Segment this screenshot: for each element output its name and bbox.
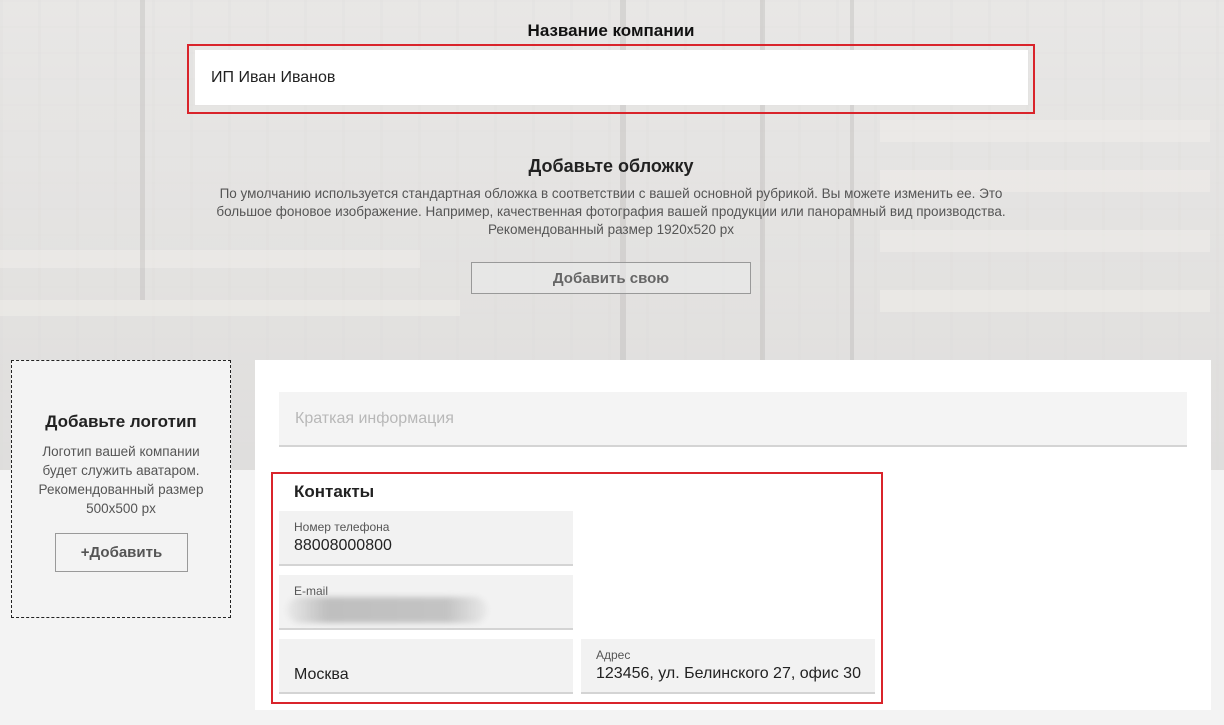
cover-title: Добавьте обложку: [528, 156, 694, 176]
company-name-label: Название компании: [527, 21, 695, 40]
logo-description-line: Рекомендованный размер: [38, 482, 204, 497]
city-field[interactable]: Москва: [279, 639, 573, 694]
phone-field[interactable]: Номер телефона 88008000800: [279, 511, 573, 566]
logo-description: Логотип вашей компании будет служить ава…: [22, 442, 220, 518]
logo-description-line: 500x500 px: [86, 501, 156, 516]
logo-upload-card[interactable]: Добавьте логотип Логотип вашей компании …: [11, 360, 231, 618]
cover-description-line: большое фоновое изображение. Например, к…: [216, 204, 1006, 219]
logo-title: Добавьте логотип: [45, 412, 197, 431]
logo-description-line: будет служить аватаром.: [42, 463, 200, 478]
logo-description-line: Логотип вашей компании: [42, 444, 200, 459]
phone-label: Номер телефона: [294, 520, 390, 534]
contacts-title: Контакты: [294, 482, 375, 501]
address-value[interactable]: 123456, ул. Белинского 27, офис 30: [596, 665, 861, 683]
company-name-input[interactable]: [195, 50, 1028, 105]
address-label: Адрес: [596, 648, 631, 662]
add-cover-button[interactable]: Добавить свою: [471, 262, 751, 294]
cover-description-line: Рекомендованный размер 1920x520 px: [488, 222, 734, 237]
cover-description: По умолчанию используется стандартная об…: [190, 185, 1032, 239]
brief-info-input[interactable]: [279, 392, 1187, 447]
add-logo-button[interactable]: +Добавить: [55, 533, 188, 572]
email-label: E-mail: [294, 584, 329, 598]
cover-description-line: По умолчанию используется стандартная об…: [219, 186, 1003, 201]
address-field[interactable]: Адрес 123456, ул. Белинского 27, офис 30: [581, 639, 875, 694]
city-value[interactable]: Москва: [294, 666, 349, 684]
email-field[interactable]: E-mail: [279, 575, 573, 630]
phone-value[interactable]: 88008000800: [294, 537, 392, 555]
email-value-blurred[interactable]: [287, 597, 487, 623]
